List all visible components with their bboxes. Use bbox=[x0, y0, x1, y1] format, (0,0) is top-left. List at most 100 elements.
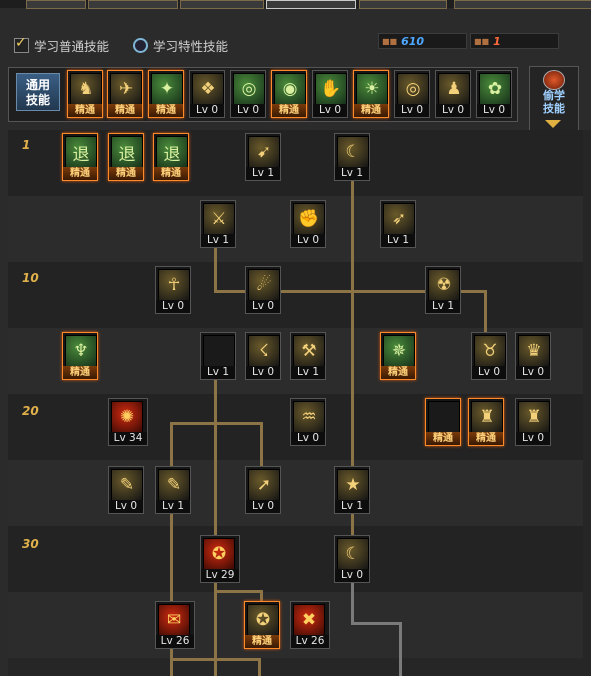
skill-slot[interactable]: ♉ Lv 0 bbox=[471, 332, 507, 380]
skill-slot[interactable]: Lv 1 bbox=[200, 332, 236, 380]
tree-connector bbox=[170, 422, 173, 466]
skill-slot[interactable]: ✊ Lv 0 bbox=[290, 200, 326, 248]
skill-icon: ✦ bbox=[151, 73, 183, 105]
tree-connector bbox=[484, 290, 487, 334]
top-tab[interactable] bbox=[454, 0, 591, 9]
skill-slot[interactable]: ♞ 精通 bbox=[67, 70, 103, 118]
tree-connector bbox=[351, 582, 354, 624]
skill-slot[interactable]: ➹ Lv 1 bbox=[245, 133, 281, 181]
skill-slot[interactable]: ♟ Lv 0 bbox=[435, 70, 471, 118]
skill-slot[interactable]: ☄ Lv 0 bbox=[245, 266, 281, 314]
top-tab[interactable] bbox=[180, 0, 264, 9]
skill-slot[interactable]: ♒ Lv 0 bbox=[290, 398, 326, 446]
skill-slot[interactable]: ✎ Lv 1 bbox=[155, 466, 191, 514]
skill-icon bbox=[428, 401, 460, 433]
skill-slot[interactable]: 精通 bbox=[425, 398, 461, 446]
skill-level-label: Lv 1 bbox=[201, 234, 235, 247]
skill-level-label: Lv 0 bbox=[246, 500, 280, 513]
skill-icon: ✈ bbox=[110, 73, 142, 105]
skill-slot[interactable]: ♆ 精通 bbox=[62, 332, 98, 380]
skill-level-label: 精通 bbox=[63, 366, 97, 379]
sp-normal: ■■ 610 bbox=[378, 33, 467, 49]
skill-slot[interactable]: ⚔ Lv 1 bbox=[200, 200, 236, 248]
skill-slot[interactable]: 退精通 bbox=[153, 133, 189, 181]
skill-level-label: Lv 0 bbox=[190, 104, 224, 117]
skill-level-label: Lv 0 bbox=[395, 104, 429, 117]
steal-skill-button[interactable]: 偷学 技能 bbox=[529, 66, 579, 134]
skill-slot[interactable]: ☥ Lv 0 bbox=[155, 266, 191, 314]
top-tab[interactable] bbox=[359, 0, 447, 9]
skill-icon: ➹ bbox=[248, 136, 280, 168]
tree-row-band bbox=[8, 526, 583, 592]
skill-icon: ✎ bbox=[158, 469, 190, 501]
skill-slot[interactable]: ☀ 精通 bbox=[353, 70, 389, 118]
skill-icon: ❖ bbox=[192, 73, 224, 105]
skill-slot[interactable]: ◉ 精通 bbox=[271, 70, 307, 118]
skill-slot[interactable]: ◎ Lv 0 bbox=[394, 70, 430, 118]
skill-icon: ◉ bbox=[274, 73, 306, 105]
tree-connector bbox=[399, 622, 402, 676]
skill-icon: ⚔ bbox=[203, 203, 235, 235]
sp-normal-value: 610 bbox=[401, 34, 425, 48]
skill-slot[interactable]: ⚒ Lv 1 bbox=[290, 332, 326, 380]
top-tab[interactable] bbox=[266, 0, 356, 9]
sp-icon: ■■ bbox=[382, 36, 398, 46]
skill-slot[interactable]: 退精通 bbox=[62, 133, 98, 181]
checkbox-icon[interactable] bbox=[14, 35, 29, 53]
skill-slot[interactable]: ✋ Lv 0 bbox=[312, 70, 348, 118]
skill-icon: ☢ bbox=[428, 269, 460, 301]
skill-slot[interactable]: ♛ Lv 0 bbox=[515, 332, 551, 380]
skill-slot[interactable]: ✎ Lv 0 bbox=[108, 466, 144, 514]
skill-icon: ☾ bbox=[337, 136, 369, 168]
skill-slot[interactable]: ✖ Lv 26 bbox=[290, 601, 330, 649]
skill-level-label: Lv 0 bbox=[246, 300, 280, 313]
skill-slot[interactable]: ♜ 精通 bbox=[468, 398, 504, 446]
skill-slot[interactable]: ☾ Lv 1 bbox=[334, 133, 370, 181]
tree-connector bbox=[170, 422, 262, 425]
skill-slot[interactable]: ✿ Lv 0 bbox=[476, 70, 512, 118]
skill-slot[interactable]: ✦ 精通 bbox=[148, 70, 184, 118]
tree-connector bbox=[170, 502, 173, 676]
learn-normal-option[interactable]: 学习普通技能 bbox=[14, 35, 109, 55]
skill-slot[interactable]: ☾ Lv 0 bbox=[334, 535, 370, 583]
skill-icon: ✉ bbox=[158, 604, 190, 636]
learn-special-option[interactable]: 学习特性技能 bbox=[133, 36, 228, 55]
skill-icon: ✿ bbox=[479, 73, 511, 105]
skill-slot[interactable]: ❖ Lv 0 bbox=[189, 70, 225, 118]
skill-icon: ☀ bbox=[356, 73, 388, 105]
tree-connector bbox=[258, 658, 261, 676]
skill-slot[interactable]: ✵ 精通 bbox=[380, 332, 416, 380]
top-tab[interactable] bbox=[88, 0, 178, 9]
radio-icon[interactable] bbox=[133, 38, 148, 53]
skill-icon: ✪ bbox=[247, 604, 279, 636]
level-label: 20 bbox=[22, 404, 39, 418]
steal-skill-icon bbox=[543, 70, 565, 90]
skill-slot[interactable]: ☇ Lv 0 bbox=[245, 332, 281, 380]
skill-slot[interactable]: ★ Lv 1 bbox=[334, 466, 370, 514]
skill-slot[interactable]: ✺ Lv 34 bbox=[108, 398, 148, 446]
skill-level-label: Lv 1 bbox=[426, 300, 460, 313]
skill-level-label: Lv 1 bbox=[201, 366, 235, 379]
skill-level-label: 精通 bbox=[149, 104, 183, 117]
category-label[interactable]: 通用 技能 bbox=[16, 73, 60, 111]
skill-slot[interactable]: ✪ 精通 bbox=[244, 601, 280, 649]
skill-level-label: Lv 0 bbox=[516, 366, 550, 379]
skill-icon: ⚒ bbox=[293, 335, 325, 367]
skill-slot[interactable]: ♜ Lv 0 bbox=[515, 398, 551, 446]
top-tab[interactable] bbox=[26, 0, 86, 9]
skill-slot[interactable]: 退精通 bbox=[108, 133, 144, 181]
skill-slot[interactable]: ➶ Lv 1 bbox=[380, 200, 416, 248]
skill-level-label: Lv 1 bbox=[335, 167, 369, 180]
skill-level-label: 精通 bbox=[381, 366, 415, 379]
skill-level-label: 精通 bbox=[469, 432, 503, 445]
skill-slot[interactable]: ✪ Lv 29 bbox=[200, 535, 240, 583]
skill-slot[interactable]: ☢ Lv 1 bbox=[425, 266, 461, 314]
skill-slot[interactable]: ◎ Lv 0 bbox=[230, 70, 266, 118]
skill-slot[interactable]: ✉ Lv 26 bbox=[155, 601, 195, 649]
skill-level-label: Lv 1 bbox=[246, 167, 280, 180]
skill-slot[interactable]: ➚ Lv 0 bbox=[245, 466, 281, 514]
skill-icon: ☄ bbox=[248, 269, 280, 301]
skill-level-label: Lv 0 bbox=[516, 432, 550, 445]
skill-slot[interactable]: ✈ 精通 bbox=[107, 70, 143, 118]
skill-level-label: Lv 1 bbox=[156, 500, 190, 513]
